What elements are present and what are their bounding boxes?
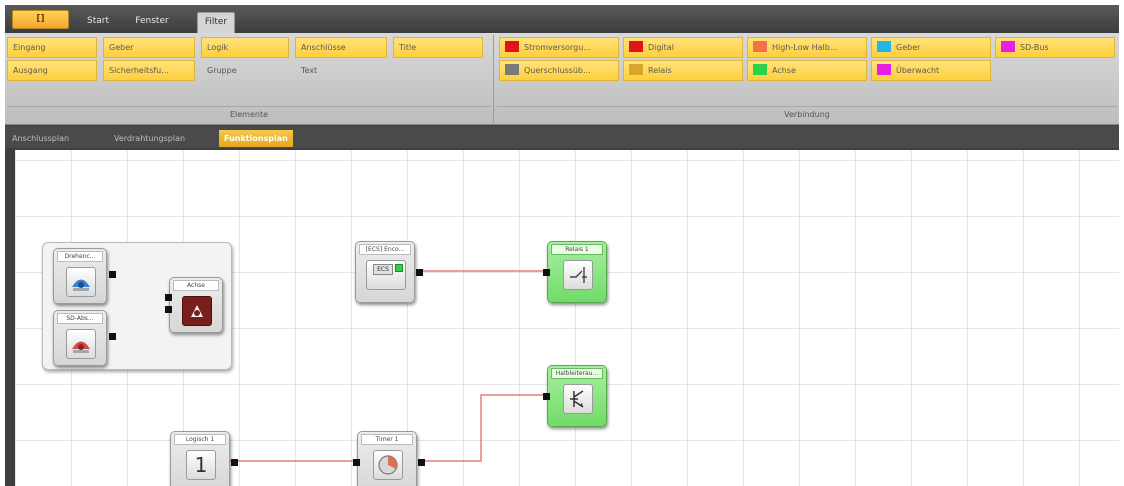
app-window: [] Start Fenster Filter Eingang Geber Lo…: [5, 5, 1119, 486]
filter-logik[interactable]: Logik: [201, 37, 289, 58]
axis-icon: [182, 296, 212, 326]
querschluss-label: Querschlussüb...: [524, 66, 591, 75]
sd-abs-block[interactable]: SD-Abs...: [53, 310, 116, 366]
achse-label: Achse: [772, 66, 796, 75]
ecs-encoder-icon: ECS: [366, 260, 406, 290]
stromversorgung-label: Stromversorgu...: [524, 43, 591, 52]
logisch-block-title: Logisch 1: [174, 434, 226, 445]
group-label-elemente: Elemente: [229, 110, 269, 119]
filter-sicherheitsfunktion[interactable]: Sicherheitsfu...: [103, 60, 195, 81]
filter-text[interactable]: Text: [295, 60, 387, 81]
tab-verdrahtungsplan[interactable]: Verdrahtungsplan: [109, 130, 190, 147]
timer-clock-icon: [373, 450, 403, 480]
high-low-swatch-icon: [753, 41, 767, 52]
digital-swatch-icon: [629, 41, 643, 52]
group-divider: [493, 35, 494, 123]
geber-block[interactable]: Drehenc...: [53, 248, 116, 304]
ribbon-panel: Eingang Geber Logik Anschlüsse Title Aus…: [5, 33, 1119, 125]
filter-geber-connection[interactable]: Geber: [871, 37, 991, 58]
ueberwacht-label: Überwacht: [896, 66, 940, 75]
filter-querschluss[interactable]: Querschlussüb...: [499, 60, 619, 81]
encoder-icon: [66, 267, 96, 297]
geber-block-title: Drehenc...: [57, 251, 103, 262]
sd-bus-label: SD-Bus: [1020, 43, 1049, 52]
logisch-constant-icon: 1: [186, 450, 216, 480]
halbleiter-block-title: Halbleiterau...: [551, 368, 603, 379]
transistor-icon: [563, 384, 593, 414]
ueberwacht-swatch-icon: [877, 64, 891, 75]
timer-output-port[interactable]: [418, 459, 425, 466]
logisch-block[interactable]: Logisch 1 1: [170, 431, 238, 486]
achse-swatch-icon: [753, 64, 767, 75]
geber-connection-label: Geber: [896, 43, 921, 52]
halbleiter-input-port[interactable]: [543, 393, 550, 400]
timer-input-port[interactable]: [353, 459, 360, 466]
relais-block[interactable]: Relais 1: [543, 241, 607, 303]
timer-block-title: Timer 1: [361, 434, 413, 445]
digital-label: Digital: [648, 43, 674, 52]
ecs-encoder-icon-label: ECS: [373, 264, 393, 275]
achse-input-port-1[interactable]: [165, 294, 172, 301]
filter-relais[interactable]: Relais: [623, 60, 743, 81]
tab-filter[interactable]: Filter: [197, 12, 235, 33]
filter-sd-bus[interactable]: SD-Bus: [995, 37, 1115, 58]
document-tab-bar: Anschlussplan Verdrahtungsplan Funktions…: [5, 126, 1119, 148]
timer-block[interactable]: Timer 1: [353, 431, 425, 486]
wire-timer-halbleiter: [419, 394, 545, 462]
geber-swatch-icon: [877, 41, 891, 52]
application-menu-button[interactable]: []: [12, 10, 69, 29]
filter-high-low[interactable]: High-Low Halb...: [747, 37, 867, 58]
sd-bus-swatch-icon: [1001, 41, 1015, 52]
filter-stromversorgung[interactable]: Stromversorgu...: [499, 37, 619, 58]
relais-input-port[interactable]: [543, 269, 550, 276]
filter-anschluesse[interactable]: Anschlüsse: [295, 37, 387, 58]
filter-achse[interactable]: Achse: [747, 60, 867, 81]
achse-block[interactable]: Achse: [165, 277, 223, 333]
geber-output-port[interactable]: [109, 271, 116, 278]
sd-abs-block-title: SD-Abs...: [57, 313, 103, 324]
filter-ueberwacht[interactable]: Überwacht: [871, 60, 991, 81]
tab-fenster[interactable]: Fenster: [129, 12, 175, 33]
relay-icon: [563, 260, 593, 290]
halbleiter-block[interactable]: Halbleiterau...: [543, 365, 607, 427]
status-led-icon: [395, 264, 403, 272]
querschluss-swatch-icon: [505, 64, 519, 75]
function-plan-canvas[interactable]: Drehenc... SD-Abs... Achse [ECS] Enco...…: [15, 150, 1119, 486]
ecs-encoder-output-port[interactable]: [416, 269, 423, 276]
group-label-verbindung: Verbindung: [784, 110, 830, 119]
high-low-label: High-Low Halb...: [772, 43, 838, 52]
filter-gruppe[interactable]: Gruppe: [201, 60, 289, 81]
filter-eingang[interactable]: Eingang: [7, 37, 97, 58]
filter-ausgang[interactable]: Ausgang: [7, 60, 97, 81]
filter-geber[interactable]: Geber: [103, 37, 195, 58]
relais-label: Relais: [648, 66, 672, 75]
achse-input-port-2[interactable]: [165, 306, 172, 313]
relais-block-title: Relais 1: [551, 244, 603, 255]
tab-start[interactable]: Start: [83, 12, 113, 33]
ecs-encoder-block[interactable]: [ECS] Enco... ECS: [355, 241, 423, 303]
relais-swatch-icon: [629, 64, 643, 75]
tab-funktionsplan[interactable]: Funktionsplan: [219, 130, 293, 147]
sd-abs-output-port[interactable]: [109, 333, 116, 340]
filter-digital[interactable]: Digital: [623, 37, 743, 58]
encoder-sd-icon: [66, 329, 96, 359]
logisch-output-port[interactable]: [231, 459, 238, 466]
filter-title[interactable]: Title: [393, 37, 483, 58]
ecs-encoder-block-title: [ECS] Enco...: [359, 244, 411, 255]
ribbon-tab-bar: [] Start Fenster Filter: [5, 5, 1119, 33]
stromversorgung-swatch-icon: [505, 41, 519, 52]
achse-block-title: Achse: [173, 280, 219, 291]
tab-anschlussplan[interactable]: Anschlussplan: [7, 130, 74, 147]
